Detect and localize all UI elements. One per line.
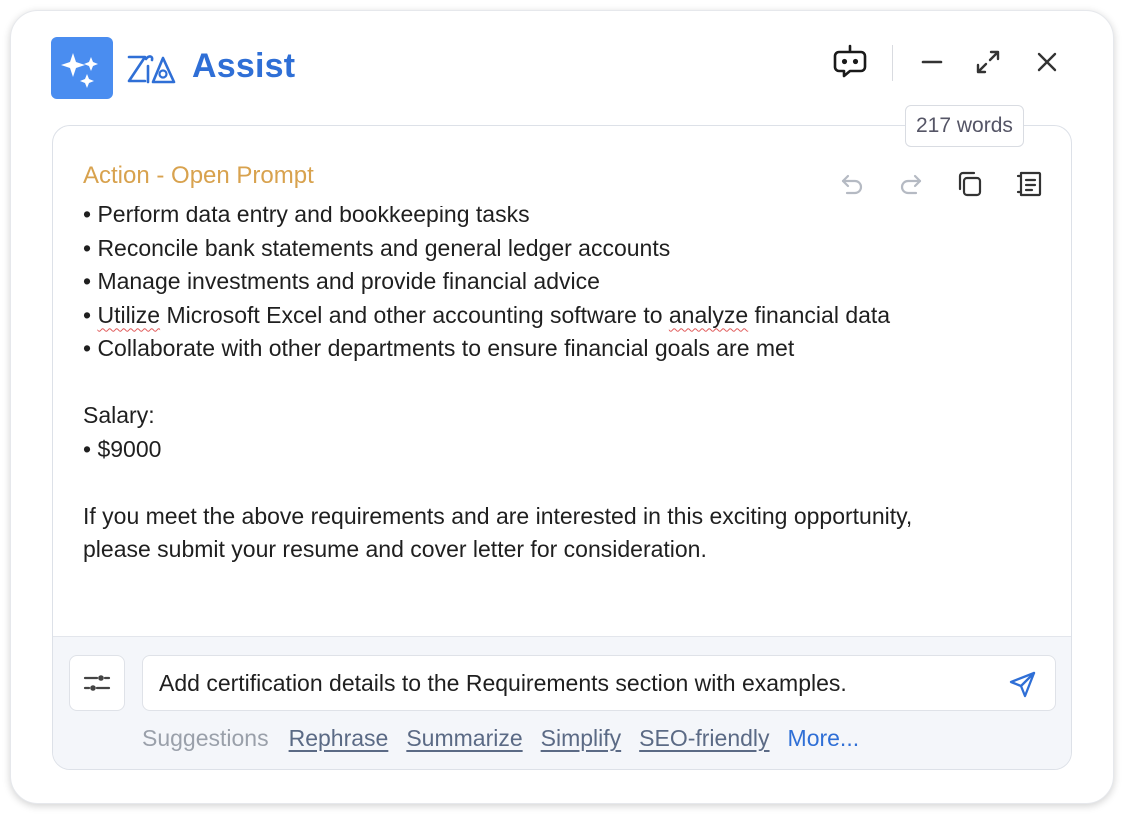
text-line: • Utilize Microsoft Excel and other acco… (83, 299, 1033, 333)
text-line: Salary: (83, 402, 155, 428)
expand-icon[interactable] (968, 42, 1008, 82)
settings-sliders-button[interactable] (69, 655, 125, 711)
prompt-input[interactable] (159, 656, 999, 710)
action-label: Action - Open Prompt (83, 162, 314, 189)
text-segment: financial data (748, 301, 891, 328)
insert-icon[interactable] (1009, 164, 1049, 204)
text-line: • Perform data entry and bookkeeping tas… (83, 206, 530, 227)
suggestions-bar: Suggestions Rephrase Summarize Simplify SEO-… (142, 725, 859, 752)
brand-logo-icon (126, 49, 178, 87)
chatbot-icon[interactable] (830, 41, 870, 81)
text-segment: • (83, 301, 98, 328)
text-segment: Microsoft Excel and other accounting sof… (160, 301, 669, 328)
text-line: • Collaborate with other departments to … (83, 335, 795, 361)
text-line: • Reconcile bank statements and general … (83, 234, 671, 261)
header-divider (892, 45, 893, 81)
undo-icon[interactable] (832, 164, 872, 204)
copy-icon[interactable] (950, 164, 990, 204)
text-line: If you meet the above requirements and a… (83, 502, 913, 529)
send-icon[interactable] (1003, 664, 1043, 704)
text-line: • $9000 (83, 435, 162, 462)
spellcheck-word: analyze (668, 301, 749, 328)
suggestion-simplify[interactable]: Simplify (541, 725, 622, 751)
response-text-area[interactable]: • Perform data entry and bookkeeping tas… (53, 206, 1071, 636)
more-suggestions-link[interactable]: More... (788, 725, 860, 751)
suggestion-rephrase[interactable]: Rephrase (289, 725, 389, 751)
sliders-icon (83, 675, 111, 691)
app-title: Assist (192, 47, 296, 85)
minimize-icon[interactable] (912, 42, 952, 82)
text-line: please submit your resume and cover lett… (83, 536, 707, 562)
spellcheck-word: Utilize (97, 301, 161, 328)
suggestion-summarize[interactable]: Summarize (406, 725, 522, 751)
close-icon[interactable] (1027, 42, 1067, 82)
response-card: Action - Open Prompt • Perform data entr… (52, 125, 1072, 770)
text-line: • Manage investments and provide financi… (83, 268, 600, 294)
suggestion-seo-friendly[interactable]: SEO-friendly (639, 725, 769, 751)
prompt-footer: Suggestions Rephrase Summarize Simplify SEO-… (53, 636, 1071, 769)
response-text: • Perform data entry and bookkeeping tas… (83, 206, 1033, 567)
sparkles-icon (51, 37, 113, 99)
word-count-badge: 217 words (905, 105, 1024, 147)
prompt-box (142, 655, 1056, 711)
redo-icon[interactable] (891, 164, 931, 204)
assist-window: Assist 217 words Action - Open Prompt • … (10, 10, 1114, 804)
suggestions-label: Suggestions (142, 725, 269, 751)
